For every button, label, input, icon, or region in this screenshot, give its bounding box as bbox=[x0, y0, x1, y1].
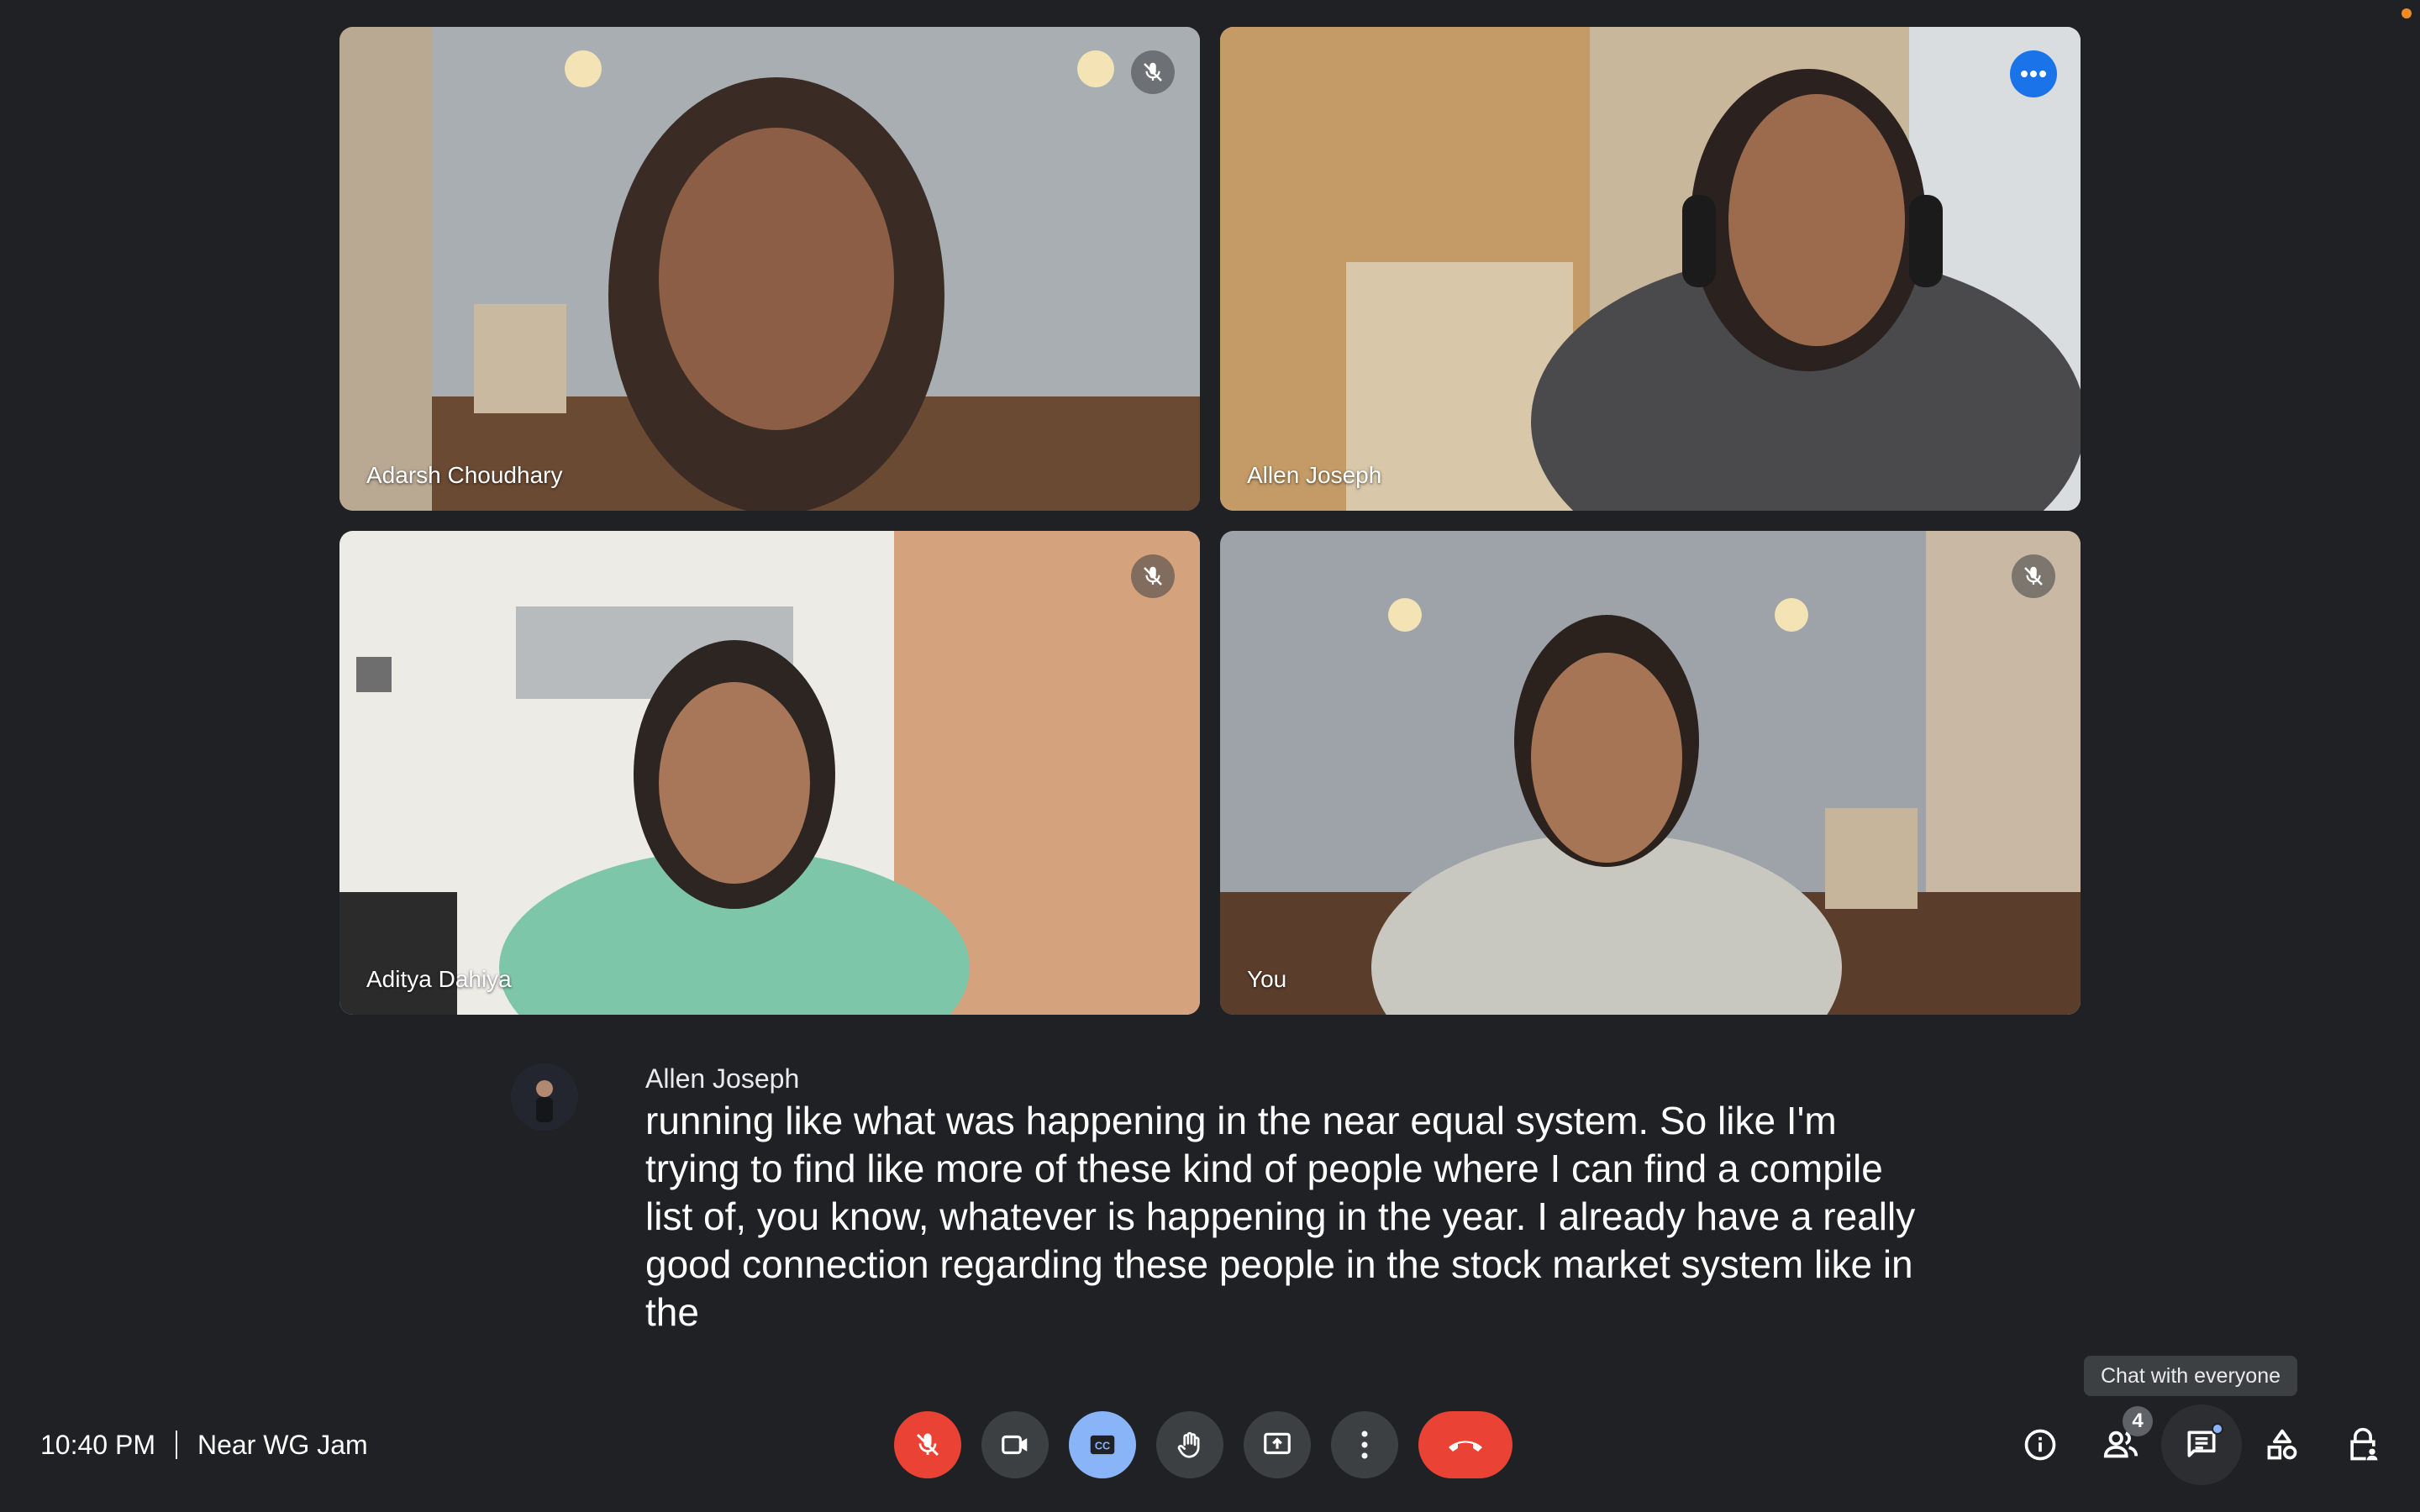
people-button[interactable]: 4 bbox=[2081, 1404, 2161, 1485]
video-camera-icon bbox=[1002, 1435, 1028, 1455]
side-panel-toolbar: 4 bbox=[2000, 1404, 2403, 1485]
raise-hand-icon bbox=[1177, 1431, 1200, 1458]
mic-toggle-button[interactable] bbox=[894, 1411, 961, 1478]
muted-indicator bbox=[2012, 554, 2055, 598]
chat-tooltip: Chat with everyone bbox=[2084, 1356, 2298, 1396]
participant-count-badge: 4 bbox=[2123, 1406, 2153, 1436]
activities-button[interactable] bbox=[2242, 1404, 2323, 1485]
closed-captions-icon: CC bbox=[1090, 1435, 1115, 1455]
leave-call-button[interactable] bbox=[1418, 1411, 1512, 1478]
host-controls-button[interactable] bbox=[2323, 1404, 2403, 1485]
participant-name: You bbox=[1247, 966, 1287, 992]
mic-off-icon bbox=[1144, 62, 1162, 81]
caption-text: running like what was happening in the n… bbox=[645, 1099, 1916, 1334]
activities-shapes-icon bbox=[2267, 1429, 2297, 1460]
captions-toggle-button[interactable]: CC bbox=[1069, 1411, 1136, 1478]
participant-video bbox=[339, 531, 1200, 1015]
more-vertical-icon bbox=[1361, 1431, 1368, 1459]
present-screen-button[interactable] bbox=[1244, 1411, 1311, 1478]
chat-button[interactable] bbox=[2161, 1404, 2242, 1485]
participant-name: Adarsh Choudhary bbox=[366, 462, 563, 488]
participant-video bbox=[1220, 531, 2081, 1015]
mic-off-icon bbox=[2024, 566, 2043, 585]
unread-dot bbox=[2212, 1423, 2223, 1435]
muted-indicator bbox=[1131, 554, 1175, 598]
meet-call-window: Adarsh Choudhary Allen Joseph Aditya Dah… bbox=[0, 0, 2420, 1512]
lock-person-icon bbox=[2350, 1427, 2378, 1461]
participant-name: Aditya Dahiya bbox=[366, 966, 512, 992]
info-icon bbox=[2024, 1429, 2056, 1461]
call-controls: CC bbox=[894, 1411, 1512, 1478]
video-tile-adarsh[interactable]: Adarsh Choudhary bbox=[339, 27, 1200, 511]
video-tile-self[interactable]: You bbox=[1220, 531, 2081, 1015]
raise-hand-button[interactable] bbox=[1156, 1411, 1223, 1478]
svg-text:CC: CC bbox=[1095, 1441, 1110, 1452]
participant-video bbox=[339, 27, 1200, 511]
more-options-button[interactable] bbox=[1331, 1411, 1398, 1478]
meeting-title: Near WG Jam bbox=[197, 1429, 368, 1460]
mic-off-icon bbox=[916, 1433, 939, 1457]
mic-off-icon bbox=[1144, 566, 1162, 585]
participant-video bbox=[1220, 27, 2081, 511]
camera-toggle-button[interactable] bbox=[981, 1411, 1049, 1478]
clock-time: 10:40 PM bbox=[40, 1429, 155, 1460]
more-options-icon[interactable] bbox=[2010, 50, 2057, 97]
divider bbox=[175, 1431, 177, 1459]
muted-indicator bbox=[1131, 50, 1175, 94]
participant-name: Allen Joseph bbox=[1247, 462, 1382, 488]
meeting-info: 10:40 PM Near WG Jam bbox=[40, 1425, 368, 1465]
video-tile-allen[interactable]: Allen Joseph bbox=[1220, 27, 2081, 511]
meeting-details-button[interactable] bbox=[2000, 1404, 2081, 1485]
hang-up-icon bbox=[1449, 1441, 1482, 1452]
present-screen-icon bbox=[1264, 1432, 1291, 1455]
recording-indicator bbox=[2402, 8, 2412, 18]
video-tile-aditya[interactable]: Aditya Dahiya bbox=[339, 531, 1200, 1015]
caption-speaker-name: Allen Joseph bbox=[645, 1063, 800, 1094]
avatar bbox=[511, 1063, 578, 1131]
